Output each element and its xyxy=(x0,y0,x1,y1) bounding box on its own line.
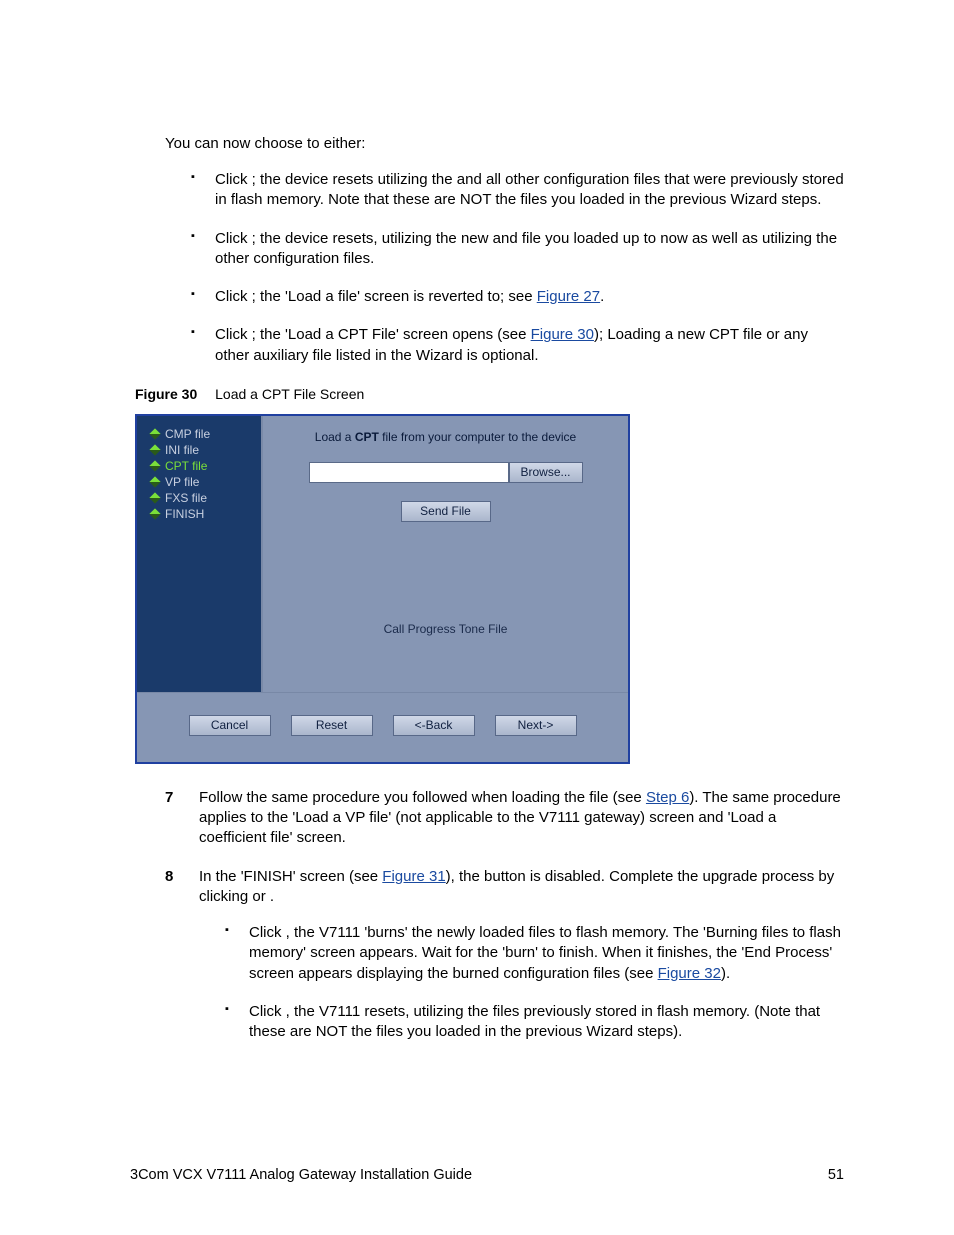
sub-bullet-list: Click , the V7111 'burns' the newly load… xyxy=(199,923,844,1042)
text: . xyxy=(600,288,604,305)
diamond-icon xyxy=(149,476,160,487)
back-button[interactable]: <-Back xyxy=(393,715,475,736)
list-item: Click , the V7111 'burns' the newly load… xyxy=(229,923,844,984)
text: file from your computer to the device xyxy=(379,430,576,444)
text: Follow the same procedure you followed w… xyxy=(199,789,589,806)
diamond-icon xyxy=(149,460,160,471)
diamond-icon xyxy=(149,508,160,519)
footer-title: 3Com VCX V7111 Analog Gateway Installati… xyxy=(130,1167,472,1183)
text: In the 'FINISH' screen (see xyxy=(199,868,382,885)
sidebar-label: VP file xyxy=(165,475,199,489)
text: Click xyxy=(215,171,252,188)
diamond-icon xyxy=(149,428,160,439)
diamond-icon xyxy=(149,492,160,503)
text: file' screen is reverted to; see xyxy=(338,288,537,305)
text: file (see xyxy=(589,789,646,806)
step-8: 8 In the 'FINISH' screen (see Figure 31)… xyxy=(165,867,844,1063)
list-item: Click ; the 'Load a file' screen is reve… xyxy=(195,287,844,307)
reset-button[interactable]: Reset xyxy=(291,715,373,736)
sidebar-item-ini[interactable]: INI file xyxy=(145,442,253,458)
sidebar-item-cpt[interactable]: CPT file xyxy=(145,458,253,474)
step-number: 7 xyxy=(165,788,199,849)
sidebar-item-finish[interactable]: FINISH xyxy=(145,506,253,522)
wizard-heading: Load a CPT file from your computer to th… xyxy=(279,430,612,444)
text: and xyxy=(493,230,522,247)
sidebar-label: CPT file xyxy=(165,459,207,473)
cancel-button[interactable]: Cancel xyxy=(189,715,271,736)
wizard-sidebar: CMP file INI file CPT file VP file FXS f… xyxy=(137,416,263,692)
text: ), the xyxy=(446,868,484,885)
sidebar-item-cmp[interactable]: CMP file xyxy=(145,426,253,442)
step-link[interactable]: Step 6 xyxy=(646,789,689,806)
file-path-input[interactable] xyxy=(309,462,509,483)
list-item: Click ; the device resets, utilizing the… xyxy=(195,229,844,270)
text: Click xyxy=(215,288,252,305)
sidebar-label: FXS file xyxy=(165,491,207,505)
file-row: Browse... xyxy=(279,462,612,483)
text: Click xyxy=(215,326,252,343)
document-page: You can now choose to either: Click ; th… xyxy=(0,0,954,1235)
diamond-icon xyxy=(149,444,160,455)
sidebar-item-vp[interactable]: VP file xyxy=(145,474,253,490)
list-item: Click ; the device resets utilizing the … xyxy=(195,170,844,211)
figure-title: Load a CPT File Screen xyxy=(215,386,364,402)
figure-label: Figure 30 xyxy=(135,386,197,402)
text: ). xyxy=(721,965,730,982)
figure-link[interactable]: Figure 32 xyxy=(658,965,721,982)
text: , the V7111 'burns' the newly loaded fil… xyxy=(249,924,841,982)
text: ; the device resets, utilizing the new xyxy=(252,230,493,247)
sidebar-label: CMP file xyxy=(165,427,210,441)
text: Load a xyxy=(315,430,355,444)
text: Click xyxy=(215,230,252,247)
text: ; the 'Load a xyxy=(252,288,338,305)
text: CPT xyxy=(355,430,379,444)
send-file-button[interactable]: Send File xyxy=(401,501,491,522)
figure-link[interactable]: Figure 27 xyxy=(537,288,600,305)
text: or xyxy=(252,888,270,905)
text: . xyxy=(270,888,274,905)
send-row: Send File xyxy=(279,501,612,522)
wizard-top: CMP file INI file CPT file VP file FXS f… xyxy=(137,416,628,692)
text: Click xyxy=(249,1003,286,1020)
figure-link[interactable]: Figure 30 xyxy=(531,326,594,343)
figure-link[interactable]: Figure 31 xyxy=(382,868,445,885)
sidebar-item-fxs[interactable]: FXS file xyxy=(145,490,253,506)
numbered-steps: 7 Follow the same procedure you followed… xyxy=(165,788,844,1063)
list-item: Click , the V7111 resets, utilizing the … xyxy=(229,1002,844,1043)
page-footer: 3Com VCX V7111 Analog Gateway Installati… xyxy=(130,1167,844,1183)
step-body: Follow the same procedure you followed w… xyxy=(199,788,844,849)
wizard-nav: Cancel Reset <-Back Next-> xyxy=(137,692,628,762)
figure-caption: Figure 30 Load a CPT File Screen xyxy=(135,386,844,402)
list-item: Click ; the 'Load a CPT File' screen ope… xyxy=(195,325,844,366)
top-bullet-list: Click ; the device resets utilizing the … xyxy=(165,170,844,366)
step-body: In the 'FINISH' screen (see Figure 31), … xyxy=(199,867,844,1063)
wizard-dialog: CMP file INI file CPT file VP file FXS f… xyxy=(135,414,630,764)
content-area: You can now choose to either: Click ; th… xyxy=(165,135,844,1062)
wizard-main: Load a CPT file from your computer to th… xyxy=(263,416,628,692)
text: ; the device resets utilizing the xyxy=(252,171,457,188)
step-7: 7 Follow the same procedure you followed… xyxy=(165,788,844,849)
sidebar-label: FINISH xyxy=(165,507,204,521)
wizard-subheading: Call Progress Tone File xyxy=(279,622,612,636)
text: ; the 'Load a CPT File' screen opens (se… xyxy=(252,326,531,343)
browse-button[interactable]: Browse... xyxy=(509,462,583,483)
step-number: 8 xyxy=(165,867,199,1063)
text: Click xyxy=(249,924,286,941)
intro-text: You can now choose to either: xyxy=(165,135,844,152)
next-button[interactable]: Next-> xyxy=(495,715,577,736)
sidebar-label: INI file xyxy=(165,443,199,457)
page-number: 51 xyxy=(828,1167,844,1183)
text: , the V7111 resets, utilizing the files … xyxy=(249,1003,820,1040)
